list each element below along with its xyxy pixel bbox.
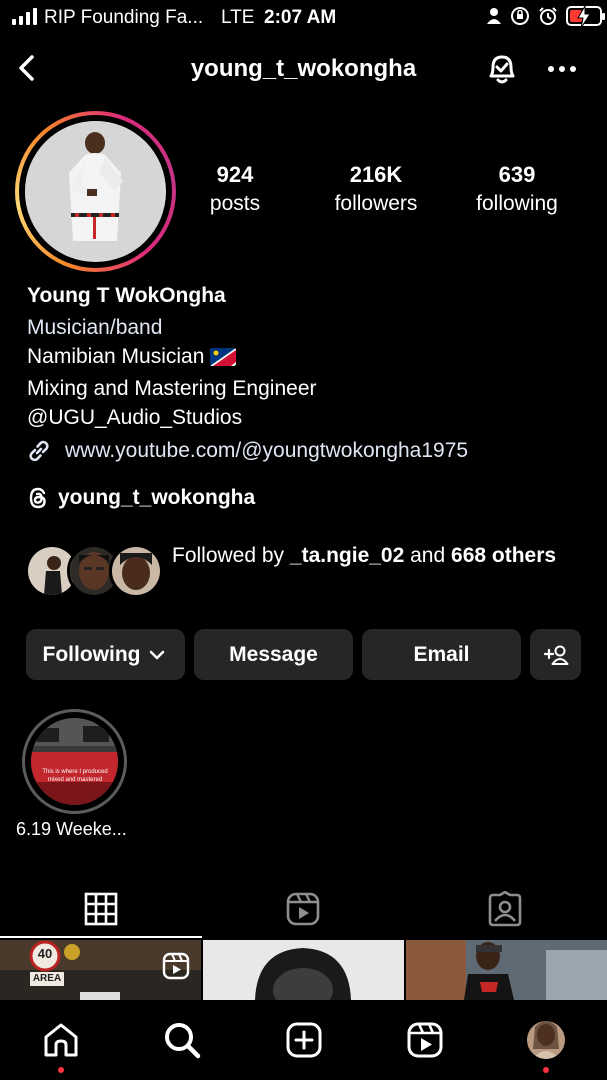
threads-icon [29, 487, 46, 509]
nav-search[interactable] [160, 1018, 204, 1062]
clock-time: 2:07 AM [264, 7, 337, 28]
profile-notification-dot [543, 1067, 549, 1073]
home-icon [44, 1023, 78, 1057]
ellipsis-icon [548, 66, 576, 72]
message-button[interactable]: Message [194, 629, 353, 680]
display-name: Young T WokOngha [27, 284, 226, 307]
grid-post[interactable]: 40 AREA [0, 940, 201, 1000]
bio-link-text[interactable]: www.youtube.com/@youngtwokongha1975 [65, 439, 468, 463]
reel-indicator-icon [162, 952, 190, 980]
story-highlight[interactable]: This is where I produced mixed and maste… [22, 709, 127, 814]
nav-reels[interactable] [403, 1018, 447, 1062]
email-button[interactable]: Email [362, 629, 521, 680]
tab-reels[interactable] [202, 880, 404, 938]
mutual-avatar [109, 544, 163, 598]
followers-count: 216K [349, 162, 403, 187]
bell-check-icon [489, 55, 515, 84]
nav-create[interactable] [282, 1018, 326, 1062]
network-type: LTE [221, 7, 255, 28]
rotation-lock-icon [511, 7, 529, 25]
posts-label: posts [209, 192, 261, 215]
mutual-follower-avatars [25, 544, 165, 600]
followers-stat[interactable]: 216K followers [306, 162, 446, 216]
chevron-down-icon [150, 650, 165, 659]
following-stat[interactable]: 639 following [447, 162, 587, 216]
active-tab-indicator [0, 936, 202, 938]
followed-by-text: Followed by _ta.ngie_02 and 668 others [172, 541, 592, 570]
bio-mention[interactable]: @UGU_Audio_Studios [27, 403, 317, 432]
followers-label: followers [334, 192, 418, 215]
highlight-thumbnail: This is where I produced mixed and maste… [31, 718, 118, 805]
following-button[interactable]: Following [26, 629, 185, 680]
profile-avatar[interactable] [15, 111, 176, 272]
highlight-label: 6.19 Weeke... [16, 819, 127, 839]
tab-tagged[interactable] [404, 880, 606, 938]
status-icons [486, 6, 605, 28]
carrier-name: RIP Founding Fa... [44, 7, 204, 28]
sign-text: AREA [32, 973, 62, 984]
search-icon [165, 1023, 201, 1059]
grid-post[interactable] [406, 940, 607, 1000]
home-notification-dot [58, 1067, 64, 1073]
more-options-button[interactable] [543, 54, 581, 84]
battery-icon [566, 6, 605, 28]
threads-badge[interactable]: young_t_wokongha [27, 486, 255, 510]
grid-post[interactable] [203, 940, 404, 1000]
create-icon [286, 1022, 322, 1058]
following-button-label: Following [42, 642, 141, 666]
mutual-follower-username[interactable]: _ta.ngie_02 [290, 544, 404, 567]
sign-number: 40 [37, 946, 53, 961]
message-button-label: Message [229, 642, 318, 666]
mutual-followers-others[interactable]: 668 others [451, 544, 556, 567]
highlight-caption: This is where I produced mixed and maste… [42, 769, 108, 783]
profile-icon [527, 1021, 565, 1059]
profile-bio: Young T WokOngha Musician/band Namibian … [27, 281, 317, 432]
tab-posts-grid[interactable] [0, 880, 202, 938]
following-label: following [476, 192, 558, 215]
reels-icon [286, 892, 320, 926]
email-button-label: Email [413, 642, 470, 666]
following-count: 639 [498, 162, 536, 187]
add-person-icon [543, 645, 568, 665]
grid-icon [84, 892, 118, 926]
posts-stat[interactable]: 924 posts [165, 162, 305, 216]
bio-line: Mixing and Mastering Engineer [27, 377, 317, 400]
bottom-navigation [0, 1000, 607, 1080]
suggested-people-button[interactable] [530, 629, 581, 680]
alarm-icon [539, 7, 557, 25]
followed-by-prefix: Followed by [172, 544, 290, 567]
link-icon [29, 440, 49, 462]
namibia-flag-icon [210, 345, 237, 374]
status-bar: RIP Founding Fa... LTE 2:07 AM [0, 0, 607, 34]
followed-by-and: and [404, 544, 452, 567]
bio-link[interactable]: www.youtube.com/@youngtwokongha1975 [25, 437, 468, 465]
profile-header: young_t_wokongha [0, 44, 607, 94]
posts-count: 924 [216, 162, 254, 187]
nav-home[interactable] [39, 1018, 83, 1062]
signal-icon [12, 8, 37, 25]
profile-photo [25, 121, 166, 262]
reels-icon [407, 1022, 443, 1058]
bio-line-text: Namibian Musician [27, 345, 205, 368]
threads-handle[interactable]: young_t_wokongha [58, 486, 255, 510]
nav-profile[interactable] [524, 1018, 568, 1062]
person-icon [487, 8, 501, 24]
profile-category: Musician/band [27, 316, 163, 339]
bio-line: Namibian Musician [27, 342, 317, 374]
notifications-button[interactable] [482, 48, 522, 88]
tagged-icon [488, 891, 522, 927]
